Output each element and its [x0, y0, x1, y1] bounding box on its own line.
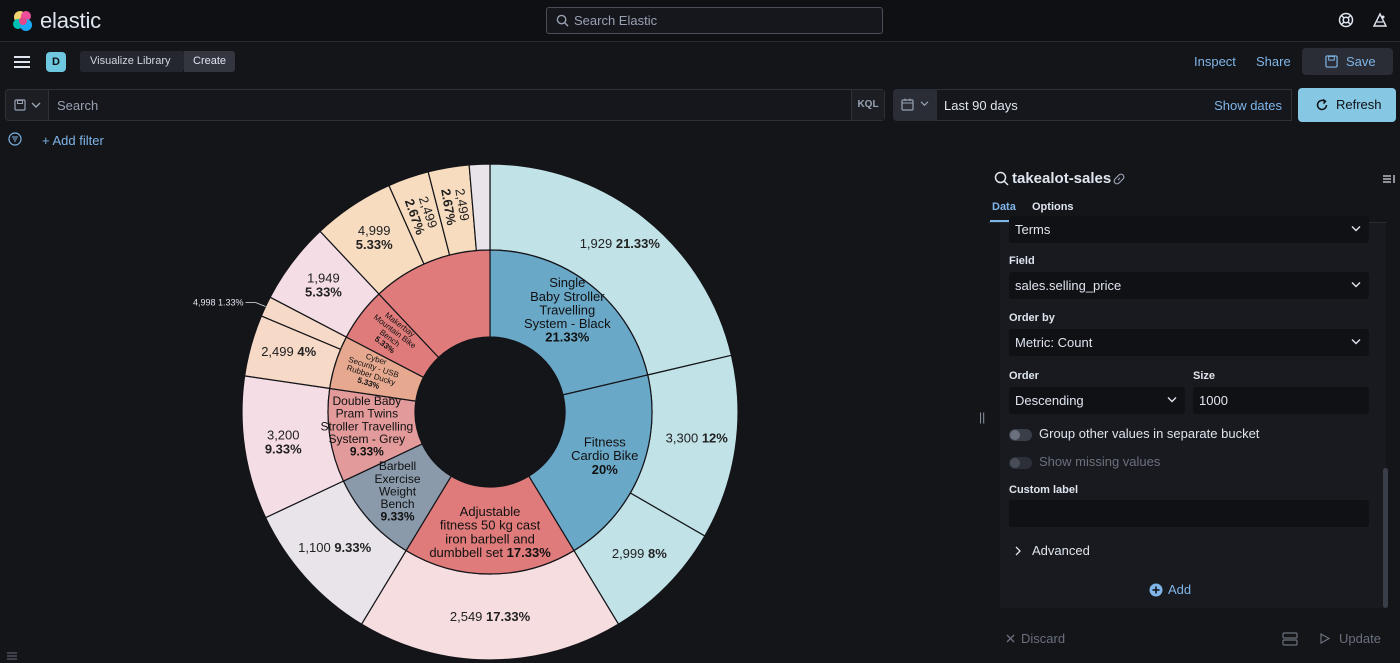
global-header: elastic Search Elastic — [0, 0, 1400, 42]
filter-menu-icon[interactable] — [8, 132, 22, 146]
saved-query-icon — [14, 99, 26, 111]
cross-icon — [1006, 634, 1015, 643]
editor-sidebar: takealot-sales Data Options Terms Field … — [988, 158, 1400, 663]
order-by-label: Order by — [1009, 312, 1055, 324]
advanced-toggle[interactable]: Advanced — [1032, 543, 1090, 558]
chevron-right-icon[interactable] — [1014, 546, 1022, 556]
menu-toggle-icon[interactable] — [14, 56, 30, 68]
group-other-toggle[interactable] — [1009, 429, 1032, 441]
add-filter-button[interactable]: + Add filter — [42, 133, 104, 148]
global-search-input[interactable]: Search Elastic — [546, 7, 883, 34]
outer-slice-label: 3,200 9.33% — [265, 428, 302, 457]
index-pattern-title: takealot-sales — [1012, 170, 1112, 187]
save-button[interactable]: Save — [1302, 48, 1393, 75]
outer-slice-label: 1,100 9.33% — [298, 540, 371, 555]
plus-circle-icon — [1149, 583, 1163, 597]
query-bar: Search KQL Last 90 days Show dates Refre… — [0, 84, 1400, 126]
show-missing-toggle[interactable] — [1009, 457, 1032, 469]
save-icon — [1325, 55, 1338, 68]
inner-slice-label: Barbell Exercise Weight Bench 9.33% — [375, 459, 421, 523]
size-input[interactable]: 1000 — [1193, 387, 1369, 414]
breadcrumb-create: Create — [184, 51, 236, 72]
visualization-canvas: 1,929 21.33% 3,300 12% 2,999 8% 2,549 17.33… — [0, 158, 980, 663]
outer-slice-label: 3,300 12% — [666, 431, 729, 446]
outer-slice-label: 2,999 8% — [612, 546, 667, 561]
global-search-placeholder: Search Elastic — [574, 13, 658, 28]
refresh-button-label: Refresh — [1336, 97, 1382, 112]
elastic-logo-icon[interactable] — [11, 9, 35, 33]
chevron-down-icon — [1351, 282, 1361, 288]
app-bar: D Visualize Library Create Inspect Share… — [0, 42, 1400, 80]
show-dates-link[interactable]: Show dates — [1214, 98, 1282, 113]
chevron-down-icon — [920, 101, 929, 107]
field-label: Field — [1009, 255, 1035, 267]
query-search-input[interactable]: Search KQL — [48, 89, 885, 121]
order-select[interactable]: Descending — [1009, 387, 1185, 414]
sidebar-footer: Discard Update — [988, 623, 1400, 663]
saved-query-menu-button[interactable] — [5, 89, 48, 121]
filter-bar: + Add filter — [0, 128, 980, 154]
brand-name[interactable]: elastic — [40, 8, 101, 34]
group-other-label: Group other values in separate bucket — [1039, 426, 1260, 441]
outer-slice-label: 4,998 1.33% — [193, 298, 244, 308]
share-link[interactable]: Share — [1256, 54, 1291, 69]
bucket-editor-form: Terms Field sales.selling_price Order by… — [1000, 216, 1386, 608]
query-language-switcher[interactable]: KQL — [851, 90, 884, 120]
calendar-icon — [901, 98, 914, 111]
date-range-field[interactable]: Last 90 days Show dates — [937, 89, 1292, 121]
leader-line — [245, 302, 266, 307]
link-icon[interactable] — [1112, 172, 1126, 186]
update-button[interactable]: Update — [1339, 631, 1381, 646]
field-value: sales.selling_price — [1015, 278, 1122, 293]
aggregation-select[interactable]: Terms — [1009, 216, 1369, 243]
auto-apply-icon[interactable] — [1282, 631, 1298, 647]
donut-chart: 1,929 21.33% 3,300 12% 2,999 8% 2,549 17.33… — [193, 163, 739, 661]
discard-button[interactable]: Discard — [1021, 631, 1065, 646]
space-avatar[interactable]: D — [46, 52, 66, 72]
size-value: 1000 — [1199, 393, 1228, 408]
search-icon — [556, 14, 569, 27]
tab-options[interactable]: Options — [1032, 201, 1074, 213]
newsfeed-icon[interactable] — [1371, 11, 1389, 29]
outer-slice-label: 2,499 4% — [261, 344, 316, 359]
panel-resize-handle[interactable]: || — [979, 410, 985, 424]
outer-slice-label: 4,999 5.33% — [356, 223, 393, 252]
list-handle-icon[interactable] — [6, 651, 18, 661]
breadcrumb-visualize-library[interactable]: Visualize Library — [80, 51, 189, 72]
sidebar-scrollbar[interactable] — [1383, 468, 1388, 608]
refresh-icon — [1316, 98, 1328, 111]
collapse-sidebar-icon[interactable] — [1382, 172, 1396, 186]
field-select[interactable]: sales.selling_price — [1009, 272, 1369, 299]
play-icon — [1320, 633, 1330, 644]
custom-label-input[interactable] — [1009, 500, 1369, 527]
aggregation-value: Terms — [1015, 222, 1051, 237]
order-by-select[interactable]: Metric: Count — [1009, 329, 1369, 356]
tab-data[interactable]: Data — [992, 201, 1016, 213]
index-pattern-icon — [994, 171, 1009, 186]
add-bucket-button[interactable]: Add — [1168, 582, 1191, 597]
order-label: Order — [1009, 370, 1039, 382]
chevron-down-icon — [1351, 226, 1361, 232]
show-missing-label: Show missing values — [1039, 454, 1161, 469]
size-label: Size — [1193, 370, 1216, 382]
inspect-link[interactable]: Inspect — [1194, 54, 1236, 69]
date-range-value: Last 90 days — [944, 98, 1018, 113]
sidebar-header: takealot-sales Data Options — [988, 158, 1400, 220]
date-quick-menu-button[interactable] — [893, 89, 937, 121]
help-icon[interactable] — [1338, 12, 1354, 28]
query-search-placeholder: Search — [57, 98, 99, 113]
chevron-down-icon — [1167, 397, 1177, 403]
order-by-value: Metric: Count — [1015, 335, 1093, 350]
chevron-down-icon — [1351, 339, 1361, 345]
refresh-button[interactable]: Refresh — [1298, 88, 1396, 122]
outer-slice-label: 1,949 5.33% — [305, 271, 342, 300]
chevron-down-icon — [31, 102, 41, 108]
outer-slice-label: 1,929 21.33% — [580, 236, 661, 251]
order-value: Descending — [1015, 393, 1084, 408]
outer-slice-label: 2,549 17.33% — [450, 609, 531, 624]
custom-label-label: Custom label — [1009, 484, 1079, 496]
save-button-label: Save — [1346, 54, 1376, 69]
